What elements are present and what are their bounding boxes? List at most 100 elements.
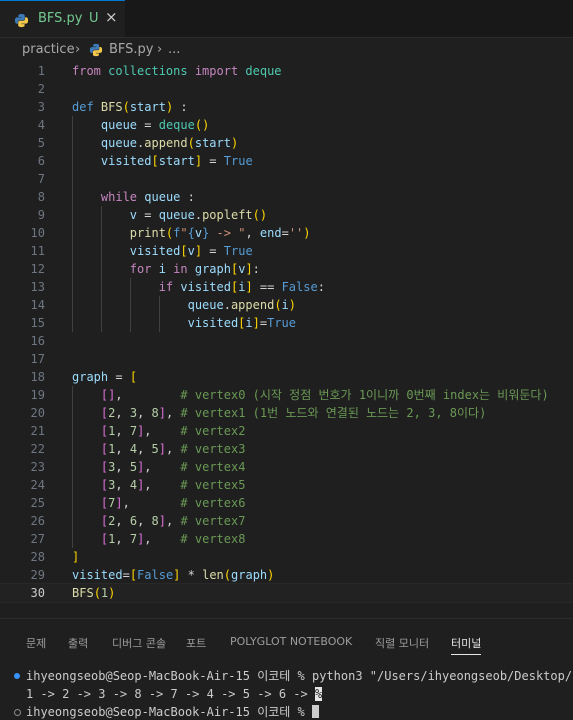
code-line[interactable]: 30 BFS(1) [0, 583, 573, 603]
terminal-line: 1 -> 2 -> 3 -> 8 -> 7 -> 4 -> 5 -> 6 -> … [0, 686, 573, 702]
code-line[interactable]: 7 [0, 170, 573, 188]
tab-output[interactable]: 출력 [68, 635, 88, 651]
code-line[interactable]: 8 while queue : [0, 188, 573, 206]
line-number: 23 [30, 460, 45, 474]
tab-debug-console[interactable]: 디버그 콘솔 [112, 635, 166, 651]
tab-serial-monitor[interactable]: 직렬 모니터 [375, 635, 429, 651]
code-line[interactable]: 29 visited=[False] * len(graph) [0, 566, 573, 584]
code-line[interactable]: 20 [2, 3, 8], # vertex1 (1번 노드와 연결된 노드는 … [0, 404, 573, 422]
code-line[interactable]: 6 visited[start] = True [0, 152, 573, 170]
line-number: 30 [30, 586, 45, 600]
code-line[interactable]: 25 [7], # vertex6 [0, 494, 573, 512]
terminal-text: ihyeongseob@Seop-MacBook-Air-15 이코테 % py… [26, 669, 573, 683]
code-text: visited=[False] * len(graph) [72, 568, 275, 582]
tab-bfs-py[interactable]: BFS.py U × [0, 0, 125, 37]
code-text: from collections import deque [72, 64, 282, 78]
code-line[interactable]: 9 v = queue.popleft() [0, 206, 573, 224]
code-text: visited[i]=True [187, 316, 297, 330]
code-text: [1, 7], # vertex8 [100, 532, 246, 546]
code-text: if visited[i] == False: [158, 280, 325, 294]
line-number: 2 [37, 82, 45, 96]
tab-ports[interactable]: 포트 [186, 635, 206, 651]
code-line[interactable]: 10 print(f"{v} -> ", end='') [0, 224, 573, 242]
code-text: [2, 3, 8], # vertex1 (1번 노드와 연결된 노드는 2, … [100, 406, 487, 420]
code-editor[interactable]: 1 from collections import deque 2 3 def BFS(… [0, 62, 573, 610]
code-line[interactable]: 17 [0, 350, 573, 368]
panel-divider [0, 618, 573, 619]
code-line[interactable]: 16 [0, 332, 573, 350]
breadcrumb-folder[interactable]: practice [22, 42, 75, 57]
line-number: 5 [37, 136, 45, 150]
code-line[interactable]: 27 [1, 7], # vertex8 [0, 530, 573, 548]
tab-terminal[interactable]: 터미널 [451, 635, 482, 655]
line-number: 25 [30, 496, 45, 510]
line-number: 3 [37, 100, 45, 114]
code-text: visited[start] = True [100, 154, 253, 168]
line-number: 27 [30, 532, 45, 546]
code-line[interactable]: 11 visited[v] = True [0, 242, 573, 260]
line-number: 10 [30, 226, 45, 240]
code-line[interactable]: 23 [3, 5], # vertex4 [0, 458, 573, 476]
breadcrumb: practice › BFS.py › ... [0, 38, 573, 62]
code-text: print(f"{v} -> ", end='') [129, 226, 311, 240]
terminal-text: ihyeongseob@Seop-MacBook-Air-15 이코테 % [26, 704, 319, 720]
tab-polyglot-notebook[interactable]: POLYGLOT NOTEBOOK [230, 635, 352, 648]
code-line[interactable]: 14 queue.append(i) [0, 296, 573, 314]
terminal-line: ihyeongseob@Seop-MacBook-Air-15 이코테 % [0, 704, 573, 720]
code-line[interactable]: 22 [1, 4, 5], # vertex3 [0, 440, 573, 458]
code-line[interactable]: 28] [0, 548, 573, 566]
untracked-badge: U [89, 11, 99, 26]
code-text: for i in graph[v]: [129, 262, 260, 276]
line-number: 17 [30, 352, 45, 366]
code-text: queue.append(start) [100, 136, 239, 150]
terminal-line: ihyeongseob@Seop-MacBook-Air-15 이코테 % py… [0, 668, 573, 684]
command-pending-icon[interactable] [14, 709, 21, 716]
code-text: graph = [ [72, 370, 138, 384]
line-number: 26 [30, 514, 45, 528]
python-file-icon [14, 13, 29, 28]
line-number: 24 [30, 478, 45, 492]
code-text: [3, 4], # vertex5 [100, 478, 246, 492]
code-text: ] [72, 550, 80, 564]
line-number: 28 [30, 550, 45, 564]
code-line[interactable]: 5 queue.append(start) [0, 134, 573, 152]
line-number: 19 [30, 388, 45, 402]
breadcrumb-symbols[interactable]: ... [168, 42, 180, 57]
code-line[interactable]: 4 queue = deque() [0, 116, 573, 134]
code-line[interactable]: 18 graph = [ [0, 368, 573, 386]
line-number: 8 [37, 190, 45, 204]
panel-tabs: 문제 출력 디버그 콘솔 포트 POLYGLOT NOTEBOOK 직렬 모니터… [0, 625, 573, 661]
code-line[interactable]: 19 [], # vertex0 (시작 정점 번호가 1이니까 0번째 ind… [0, 386, 573, 404]
line-number: 4 [37, 118, 45, 132]
line-number: 1 [37, 64, 45, 78]
line-number: 22 [30, 442, 45, 456]
editor-tab-bar: BFS.py U × [0, 0, 573, 38]
chevron-right-icon: › [75, 42, 81, 57]
code-text: [7], # vertex6 [100, 496, 246, 510]
code-text: [], # vertex0 (시작 정점 번호가 1이니까 0번째 index는… [100, 388, 549, 402]
code-text: BFS(1) [72, 586, 116, 600]
code-line[interactable]: 13 if visited[i] == False: [0, 278, 573, 296]
code-line[interactable]: 24 [3, 4], # vertex5 [0, 476, 573, 494]
code-text: def BFS(start) : [72, 100, 188, 114]
code-text: while queue : [100, 190, 195, 204]
code-line[interactable]: 15 visited[i]=True [0, 314, 573, 332]
code-line[interactable]: 3 def BFS(start) : [0, 98, 573, 116]
command-success-icon[interactable] [14, 673, 20, 679]
breadcrumb-file[interactable]: BFS.py [109, 42, 154, 57]
code-line[interactable]: 12 for i in graph[v]: [0, 260, 573, 278]
line-number: 15 [30, 316, 45, 330]
code-line[interactable]: 26 [2, 6, 8], # vertex7 [0, 512, 573, 530]
code-line[interactable]: 2 [0, 80, 573, 98]
code-line[interactable]: 1 from collections import deque [0, 62, 573, 80]
line-number: 6 [37, 154, 45, 168]
terminal-text: 1 -> 2 -> 3 -> 8 -> 7 -> 4 -> 5 -> 6 -> … [26, 687, 323, 701]
line-number: 12 [30, 262, 45, 276]
close-icon[interactable]: × [105, 8, 118, 26]
line-number: 16 [30, 334, 45, 348]
tab-problems[interactable]: 문제 [26, 635, 46, 651]
code-line[interactable]: 21 [1, 7], # vertex2 [0, 422, 573, 440]
line-number: 21 [30, 424, 45, 438]
code-text: visited[v] = True [129, 244, 253, 258]
code-text: [1, 7], # vertex2 [100, 424, 246, 438]
